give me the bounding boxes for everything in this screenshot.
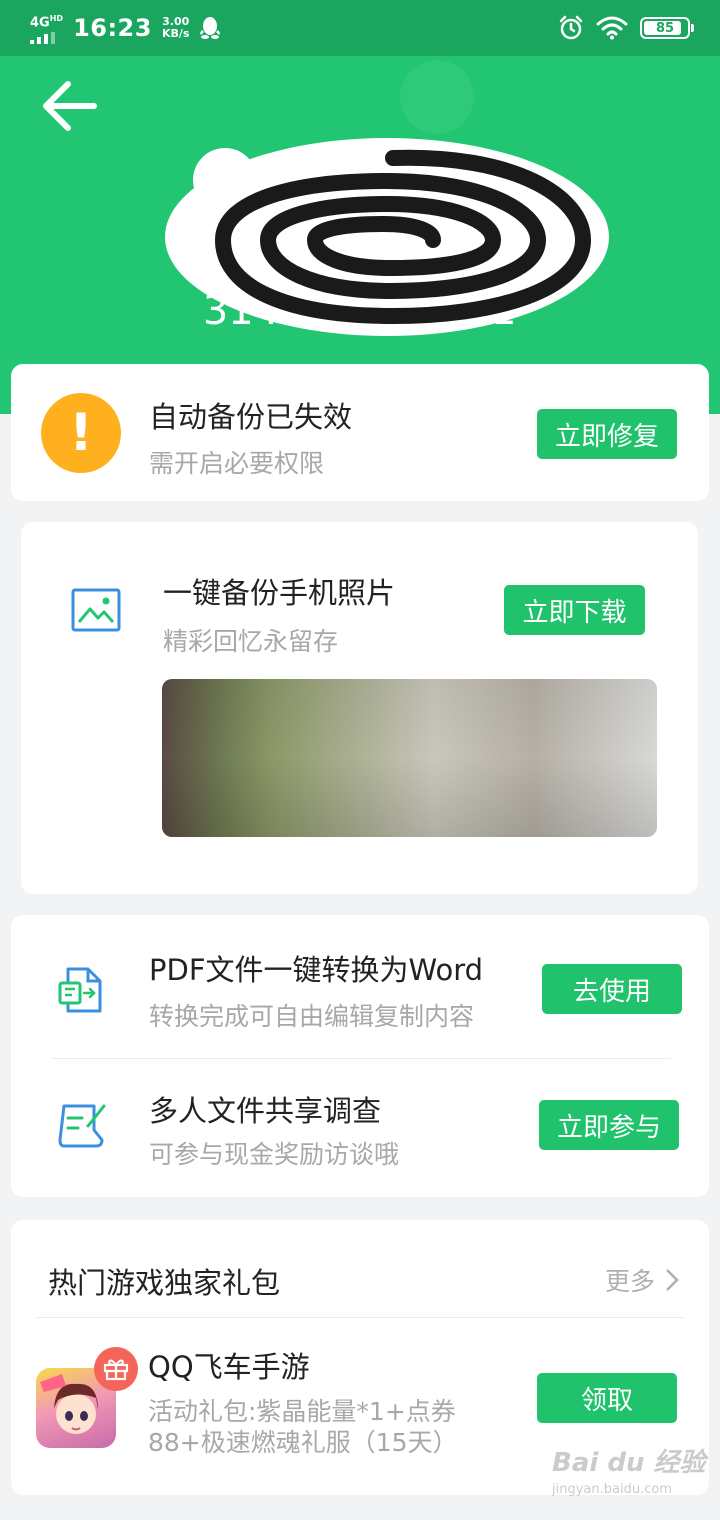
battery-level: 85 (655, 20, 675, 36)
battery-icon: 85 (640, 17, 694, 39)
fix-now-button[interactable]: 立即修复 (537, 409, 677, 459)
network-type: 4G (30, 15, 50, 31)
warning-icon: ! (41, 393, 121, 473)
backup-alert-card: ! 自动备份已失效 需开启必要权限 立即修复 (11, 364, 709, 501)
network-indicator: 4GHD (30, 12, 64, 44)
divider (35, 1317, 685, 1318)
image-icon (71, 588, 121, 632)
watermark-sub: jingyan.baidu.com (552, 1482, 672, 1497)
speed-unit: KB/s (161, 26, 190, 40)
download-now-button[interactable]: 立即下载 (504, 585, 645, 635)
chevron-right-icon (666, 1269, 679, 1291)
status-left: 4GHD 16:23 3.00 KB/s (30, 12, 221, 44)
wifi-icon (596, 16, 628, 40)
divider (51, 1058, 671, 1059)
photo-backup-title: 一键备份手机照片 (163, 576, 396, 610)
watermark: Bai du 经验 (552, 1448, 706, 1478)
claim-button[interactable]: 领取 (537, 1373, 677, 1423)
use-now-button[interactable]: 去使用 (542, 964, 682, 1014)
section-title: 热门游戏独家礼包 (48, 1266, 281, 1300)
tool-title: PDF文件一键转换为Word (149, 953, 484, 987)
more-label: 更多 (604, 1267, 655, 1296)
status-right: 85 (558, 15, 694, 41)
tools-card: PDF文件一键转换为Word 转换完成可自由编辑复制内容 去使用 多人文件共享调… (11, 915, 709, 1197)
join-now-button[interactable]: 立即参与 (539, 1100, 679, 1150)
pdf-convert-icon (58, 967, 102, 1013)
qq-penguin-icon (200, 16, 221, 39)
gift-icon (94, 1347, 138, 1391)
survey-icon (58, 1104, 106, 1148)
photo-preview-strip (162, 679, 657, 837)
decoration-circle (400, 60, 474, 134)
back-arrow-icon[interactable] (36, 72, 106, 142)
tool-subtitle: 可参与现金奖励访谈哦 (149, 1140, 400, 1169)
game-name: QQ飞车手游 (148, 1350, 310, 1384)
signal-icon (30, 31, 63, 44)
alert-subtitle: 需开启必要权限 (149, 449, 325, 478)
more-link[interactable]: 更多 (605, 1262, 679, 1298)
photo-backup-card: 一键备份手机照片 精彩回忆永留存 立即下载 (21, 522, 698, 894)
spiral-overlay-image (165, 138, 609, 336)
alarm-icon (559, 15, 583, 40)
clock: 16:23 (73, 13, 152, 42)
photo-backup-subtitle: 精彩回忆永留存 (163, 627, 339, 656)
network-sup: HD (49, 14, 64, 24)
game-desc-line2: 88+极速燃魂礼服（15天） (148, 1428, 458, 1457)
network-speed: 3.00 KB/s (161, 15, 190, 40)
tool-title: 多人文件共享调查 (149, 1094, 382, 1128)
tool-subtitle: 转换完成可自由编辑复制内容 (149, 1002, 475, 1031)
status-bar: 4GHD 16:23 3.00 KB/s 85 (0, 0, 720, 56)
alert-title: 自动备份已失效 (149, 400, 353, 434)
